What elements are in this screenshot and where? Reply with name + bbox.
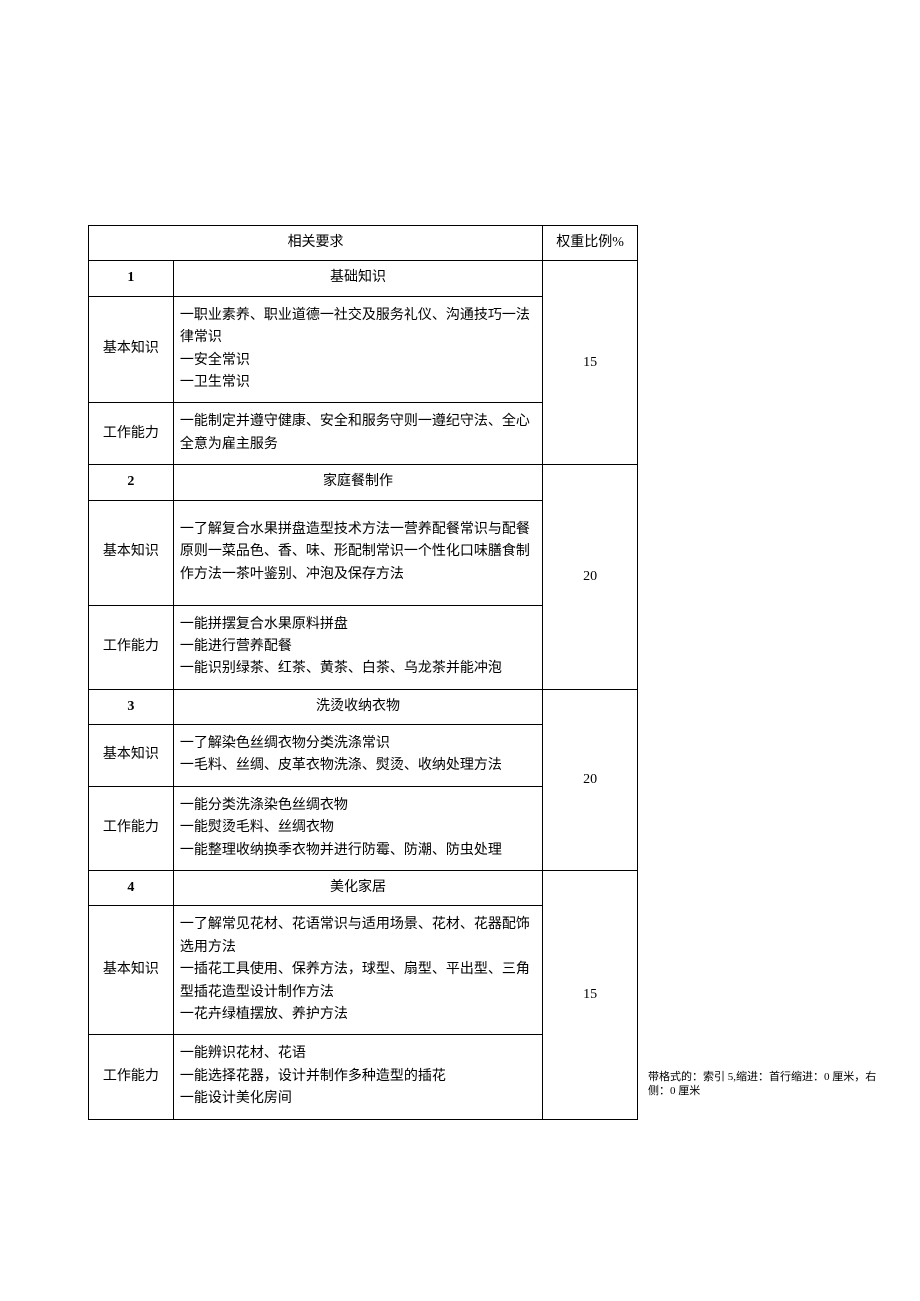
section-num: 4 — [89, 871, 174, 906]
row-label: 基本知识 — [89, 725, 174, 787]
section-num: 3 — [89, 689, 174, 724]
row-content: 一能制定并遵守健康、安全和服务守则一遵纪守法、全心全意为雇主服务 — [173, 403, 542, 465]
row-content: 一职业素养、职业道德一社交及服务礼仪、沟通技巧一法律常识一安全常识一卫生常识 — [173, 296, 542, 403]
section-header-row: 2 家庭餐制作 20 — [89, 465, 638, 500]
section-title: 基础知识 — [173, 261, 542, 296]
table-header-row: 相关要求 权重比例% — [89, 226, 638, 261]
section-title: 美化家居 — [173, 871, 542, 906]
row-content: 一能分类洗涤染色丝绸衣物一能熨烫毛料、丝绸衣物一能整理收纳换季衣物并进行防霉、防… — [173, 786, 542, 870]
row-label: 工作能力 — [89, 786, 174, 870]
row-label: 基本知识 — [89, 906, 174, 1035]
section-num: 1 — [89, 261, 174, 296]
section-title: 家庭餐制作 — [173, 465, 542, 500]
section-header-row: 1 基础知识 15 — [89, 261, 638, 296]
row-label: 工作能力 — [89, 605, 174, 689]
header-weight: 权重比例% — [543, 226, 638, 261]
section-title: 洗烫收纳衣物 — [173, 689, 542, 724]
section-weight: 20 — [543, 689, 638, 870]
header-requirements: 相关要求 — [89, 226, 543, 261]
row-content: 一了解复合水果拼盘造型技术方法一营养配餐常识与配餐原则一菜品色、香、味、形配制常… — [173, 500, 542, 605]
section-header-row: 3 洗烫收纳衣物 20 — [89, 689, 638, 724]
row-content: 一能拼摆复合水果原料拼盘一能进行营养配餐一能识别绿茶、红茶、黄茶、白茶、乌龙茶并… — [173, 605, 542, 689]
section-num: 2 — [89, 465, 174, 500]
row-label: 工作能力 — [89, 1035, 174, 1119]
requirements-table: 相关要求 权重比例% 1 基础知识 15 基本知识 一职业素养、职业道德一社交及… — [88, 225, 638, 1120]
row-content: 一了解常见花材、花语常识与适用场景、花材、花器配饰选用方法一插花工具使用、保养方… — [173, 906, 542, 1035]
section-weight: 20 — [543, 465, 638, 690]
section-weight: 15 — [543, 871, 638, 1120]
row-content: 一能辨识花材、花语一能选择花器，设计并制作多种造型的插花一能设计美化房间 — [173, 1035, 542, 1119]
section-weight: 15 — [543, 261, 638, 465]
section-header-row: 4 美化家居 15 — [89, 871, 638, 906]
row-label: 基本知识 — [89, 500, 174, 605]
format-annotation: 带格式的：索引 5,缩进：首行缩进：0 厘米，右侧：0 厘米 — [648, 1070, 898, 1099]
row-content: 一了解染色丝绸衣物分类洗涤常识一毛料、丝绸、皮革衣物洗涤、熨烫、收纳处理方法 — [173, 725, 542, 787]
row-label: 基本知识 — [89, 296, 174, 403]
row-label: 工作能力 — [89, 403, 174, 465]
